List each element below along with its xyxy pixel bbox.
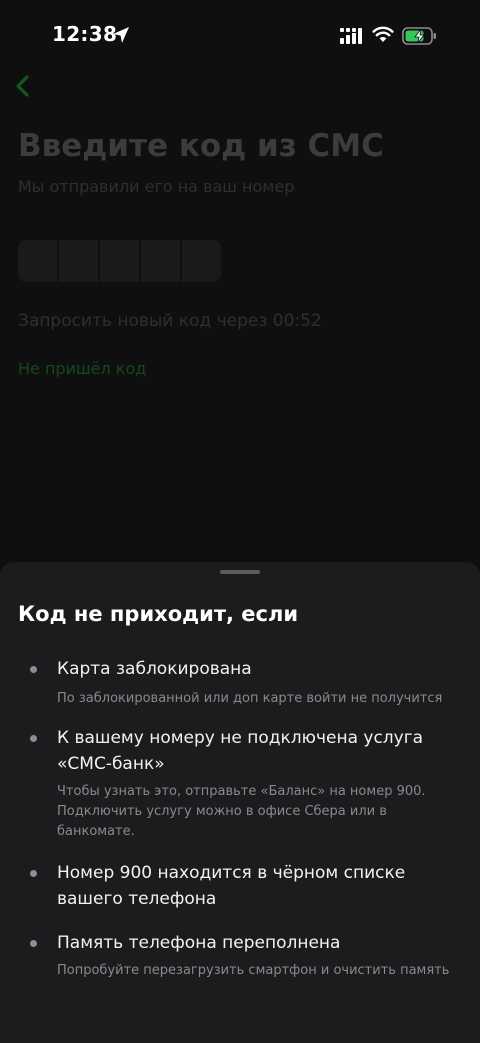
item-title: Номер 900 находится в чёрном списке ваше…	[57, 863, 406, 909]
item-description: Попробуйте перезагрузить смартфон и очис…	[57, 963, 450, 978]
code-cell[interactable]	[18, 240, 57, 282]
code-cell[interactable]	[141, 240, 180, 282]
no-code-link[interactable]: Не пришёл код	[18, 359, 146, 378]
cellular-signal-icon	[340, 28, 362, 44]
code-cell[interactable]	[59, 240, 98, 282]
item-title: К вашему номеру не подключена услуга «СМ…	[57, 728, 424, 774]
wifi-icon	[372, 26, 394, 42]
status-bar: 12:38	[0, 0, 480, 70]
sheet-title: Код не приходит, если	[18, 602, 299, 626]
item-title: Карта заблокирована	[57, 659, 252, 679]
bullet-dot	[30, 940, 37, 947]
bullet-dot	[30, 666, 37, 673]
code-cell[interactable]	[100, 240, 139, 282]
location-arrow-icon	[113, 27, 129, 43]
item-title: Память телефона переполнена	[57, 933, 341, 953]
code-input-group[interactable]	[18, 240, 221, 282]
chevron-left-icon[interactable]	[12, 72, 34, 100]
sheet-drag-handle[interactable]	[220, 570, 260, 574]
resend-timer-text: Запросить новый код через 00:52	[18, 311, 322, 331]
code-cell[interactable]	[182, 240, 221, 282]
bottom-sheet: Код не приходит, если Карта заблокирован…	[0, 562, 480, 1043]
bullet-dot	[30, 870, 37, 877]
status-time: 12:38	[52, 22, 118, 46]
page-title: Введите код из СМС	[18, 128, 384, 164]
battery-charging-icon	[402, 27, 436, 45]
item-description: Чтобы узнать это, отправьте «Баланс» на …	[57, 784, 426, 839]
item-description: По заблокированной или доп карте войти н…	[57, 691, 443, 706]
page-subtitle: Мы отправили его на ваш номер	[18, 177, 295, 196]
bullet-dot	[30, 735, 37, 742]
